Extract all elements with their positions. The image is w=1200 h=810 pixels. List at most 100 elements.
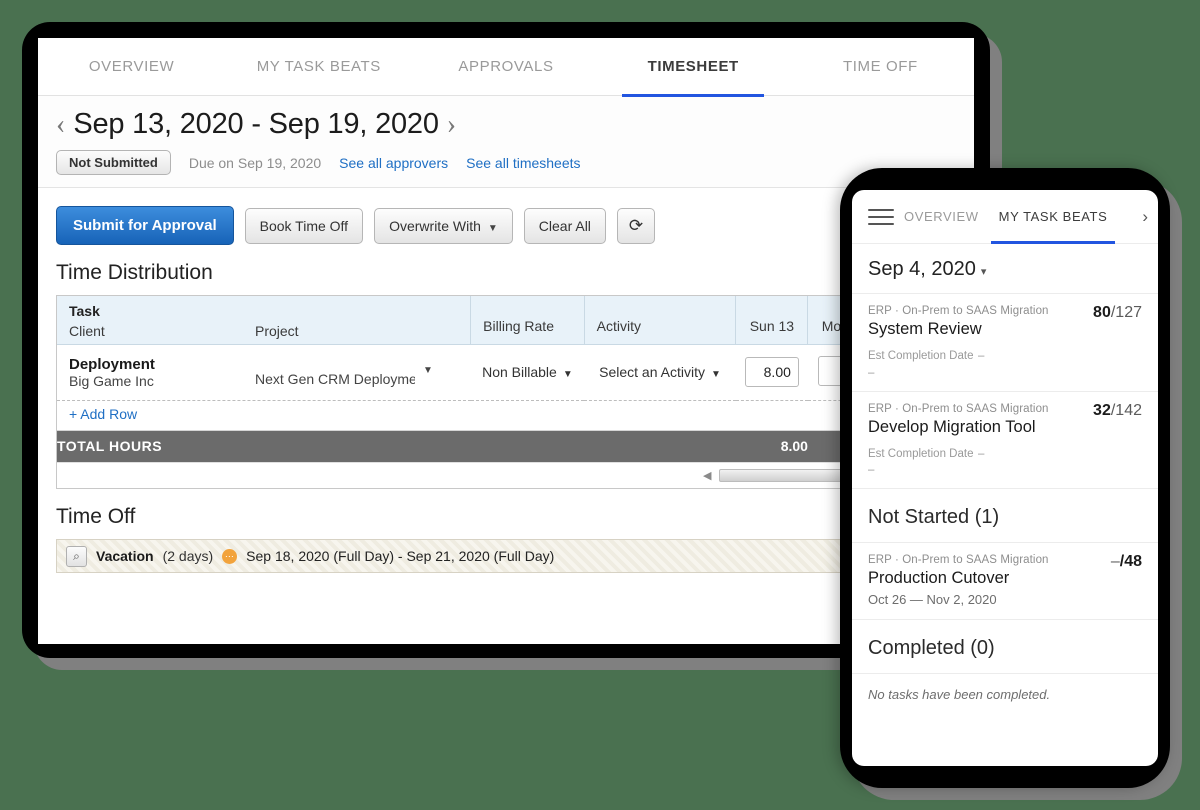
hamburger-menu-icon[interactable] [868,204,894,230]
task-hours-total: 142 [1115,401,1142,419]
clear-all-button[interactable]: Clear All [523,207,606,244]
task-est-completion: Est Completion Date – [868,349,1142,365]
tablet-tab-my-task-beats[interactable]: MY TASK BEATS [989,190,1118,244]
task-est-value: – [978,447,985,460]
list-item[interactable]: ERP · On-Prem to SAAS Migration System R… [852,294,1158,392]
total-spacer-2 [584,430,736,462]
col-header-client: Client [69,323,105,339]
search-icon[interactable]: ⌕ [66,545,87,567]
row-activity-label: Select an Activity [599,364,705,380]
col-header-project: Project [255,323,299,339]
group-header-not-started: Not Started (1) [852,489,1158,544]
desktop-tabbar: OVERVIEW MY TASK BEATS APPROVALS TIMESHE… [38,38,974,97]
group-header-completed: Completed (0) [852,620,1158,675]
status-badge: Not Submitted [56,150,171,175]
row-billing-rate-label: Non Billable [482,364,557,380]
tablet-screen: OVERVIEW MY TASK BEATS › Sep 4, 2020 ▾ ER… [852,190,1158,766]
task-hours-fraction: 80/127 [1093,304,1142,321]
book-time-off-button[interactable]: Book Time Off [244,207,364,244]
header-task-client-project: Task Client Project [57,296,472,345]
list-item[interactable]: ERP · On-Prem to SAAS Migration Develop … [852,392,1158,490]
col-header-activity: Activity [584,296,737,345]
timesheet-toolbar: Submit for Approval Book Time Off Overwr… [38,188,974,245]
row-task-cell[interactable]: Deployment Big Game Inc Next Gen CRM Dep… [57,344,471,401]
time-off-type: Vacation [96,548,154,564]
total-hours-sun-13: 8.00 [735,430,808,462]
date-navigation-row: ‹ Sep 13, 2020 - Sep 19, 2020 › [56,108,956,141]
task-hours-fraction: 32/142 [1093,401,1142,419]
task-est-value-2: – [868,366,875,379]
task-est-label: Est Completion Date [868,447,974,460]
tab-my-task-beats[interactable]: MY TASK BEATS [225,38,412,96]
row-billing-rate-dropdown[interactable]: Non Billable ▼ [470,344,585,401]
tab-overview[interactable]: OVERVIEW [38,38,225,96]
time-off-range: Sep 18, 2020 (Full Day) - Sep 21, 2020 (… [246,548,555,564]
add-row-cell: + Add Row [57,400,955,431]
overwrite-with-dropdown[interactable]: Overwrite With ▼ [374,207,513,244]
table-row: Deployment Big Game Inc Next Gen CRM Dep… [57,344,955,401]
tab-approvals[interactable]: APPROVALS [412,38,599,96]
tablet-date-label: Sep 4, 2020 [868,258,976,280]
chevron-down-icon: ▼ [562,369,573,380]
task-title: Production Cutover [868,569,1010,588]
see-all-approvers-link[interactable]: See all approvers [339,155,448,171]
refresh-icon[interactable]: ⟳ [616,207,656,244]
time-off-entry[interactable]: ⌕ Vacation (2 days) ⋯ Sep 18, 2020 (Full… [56,539,956,573]
submit-for-approval-button[interactable]: Submit for Approval [56,206,234,245]
chevron-down-icon: ▼ [710,369,721,380]
chevron-down-icon: ▼ [487,222,498,234]
tablet-tab-overview[interactable]: OVERVIEW [894,209,989,224]
total-spacer-1 [470,430,585,462]
tablet-device-frame: OVERVIEW MY TASK BEATS › Sep 4, 2020 ▾ ER… [840,168,1170,788]
task-project: ERP · On-Prem to SAAS Migration [868,554,1049,567]
task-title: Develop Migration Tool [868,417,1036,436]
completed-empty-message: No tasks have been completed. [868,687,1051,703]
task-est-value: – [978,350,985,362]
row-activity-dropdown[interactable]: Select an Activity ▼ [584,344,736,401]
task-est-label: Est Completion Date [868,350,974,362]
col-header-task: Task [69,303,100,319]
tab-timesheet[interactable]: TIMESHEET [600,38,787,97]
date-header: ‹ Sep 13, 2020 - Sep 19, 2020 › Not Subm… [38,96,974,188]
task-hours-total: 48 [1124,553,1142,571]
see-all-timesheets-link[interactable]: See all timesheets [466,155,580,171]
task-hours-done: 80 [1093,304,1111,321]
tablet-tabbar: OVERVIEW MY TASK BEATS › [852,190,1158,244]
total-hours-label: TOTAL HOURS [57,430,471,462]
add-row-link[interactable]: + Add Row [57,406,137,422]
row-project-name: Next Gen CRM Deployment [255,370,415,387]
add-row-row: + Add Row [57,400,955,431]
task-hours-done: – [1110,553,1120,571]
tab-time-off[interactable]: TIME OFF [787,38,974,96]
time-off-title: Time Off [56,505,136,528]
horizontal-scrollbar[interactable]: ◀ [57,462,955,488]
overwrite-with-label: Overwrite With [389,217,481,234]
scroll-left-icon[interactable]: ◀ [703,469,711,482]
task-est-completion: Est Completion Date – [868,447,1142,463]
chevron-down-icon: ▾ [980,266,987,278]
task-hours-done: 32 [1093,401,1111,419]
time-distribution-title: Time Distribution [56,261,213,284]
chevron-down-icon[interactable]: ▼ [423,365,433,376]
total-hours-row: TOTAL HOURS 8.00 0.00 [57,430,955,462]
time-distribution-grid: Task Client Project Billing Rate Activit… [56,295,956,489]
timesheet-table: Task Client Project Billing Rate Activit… [57,296,955,462]
tablet-date-selector[interactable]: Sep 4, 2020 ▾ [852,244,1158,294]
hours-input-sun-13[interactable]: 8.00 [744,357,799,387]
task-date-range: Oct 26 — Nov 2, 2020 [868,592,997,608]
task-title: System Review [868,320,982,338]
col-header-day-sun-13: Sun 13 [735,296,809,345]
next-week-icon[interactable]: › [447,110,456,139]
task-hours-fraction: –/48 [1110,553,1142,571]
col-header-billing-rate: Billing Rate [470,296,585,345]
desktop-screen: OVERVIEW MY TASK BEATS APPROVALS TIMESHE… [38,38,974,644]
status-meta-row: Not Submitted Due on Sep 19, 2020 See al… [56,150,956,175]
status-dot-icon: ⋯ [222,548,238,564]
list-item[interactable]: ERP · On-Prem to SAAS Migration Producti… [852,543,1158,621]
prev-week-icon[interactable]: ‹ [56,110,65,139]
due-date-text: Due on Sep 19, 2020 [188,154,322,171]
table-header-row: Task Client Project Billing Rate Activit… [57,296,955,345]
chevron-right-icon[interactable]: › [1142,207,1148,227]
task-hours-total: 127 [1115,304,1142,321]
time-off-duration: (2 days) [162,548,214,564]
